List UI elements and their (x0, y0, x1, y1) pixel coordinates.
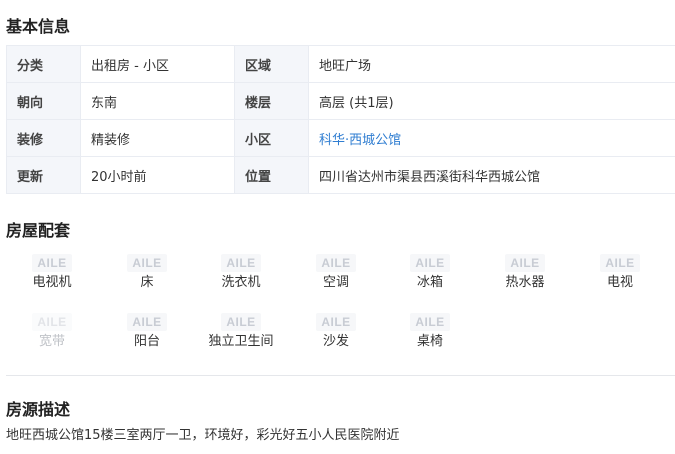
facility-label: 宽带 (38, 334, 65, 349)
facility-label: 电视 (606, 275, 633, 290)
facility-item-table-chairs: AILE 桌椅 (390, 313, 470, 351)
air-conditioner-icon: AILE (316, 254, 356, 272)
info-value: 高层 (共1层) (308, 82, 675, 120)
facility-label: 阳台 (133, 334, 160, 349)
bed-icon: AILE (127, 254, 167, 272)
fridge-icon: AILE (410, 254, 450, 272)
facility-label: 床 (140, 275, 154, 290)
facility-label: 沙发 (322, 334, 349, 349)
info-value: 出租房 - 小区 (80, 45, 235, 83)
table-row: 分类 出租房 - 小区 区域 地旺广场 (6, 45, 675, 83)
info-key: 分类 (6, 45, 81, 83)
balcony-icon: AILE (127, 313, 167, 331)
facility-label: 空调 (322, 275, 349, 290)
facility-label: 桌椅 (416, 334, 443, 349)
facility-item-fridge: AILE 冰箱 (390, 254, 470, 292)
basic-info-table: 分类 出租房 - 小区 区域 地旺广场 朝向 东南 楼层 高层 (共1层) 装修… (6, 45, 675, 194)
description-text: 地旺西城公馆15楼三室两厅一卫，环境好，彩光好五小人民医院附近 (6, 428, 400, 443)
table-row: 装修 精装修 小区 科华·西城公馆 (6, 119, 675, 157)
facility-label: 热水器 (505, 275, 545, 290)
description-title: 房源描述 (6, 400, 71, 419)
facility-item-ac: AILE 空调 (296, 254, 376, 292)
table-row: 朝向 东南 楼层 高层 (共1层) (6, 82, 675, 120)
facility-item-private-bathroom: AILE 独立卫生间 (201, 313, 281, 351)
info-value: 精装修 (80, 119, 235, 157)
section-divider (6, 375, 675, 376)
washer-icon: AILE (221, 254, 261, 272)
facility-label: 电视机 (32, 275, 72, 290)
water-heater-icon: AILE (505, 254, 545, 272)
table-row: 更新 20小时前 位置 四川省达州市渠县西溪街科华西城公馆 (6, 156, 675, 194)
facility-item-washer: AILE 洗衣机 (201, 254, 281, 292)
facility-item-balcony: AILE 阳台 (107, 313, 187, 351)
facilities-title: 房屋配套 (6, 221, 71, 240)
info-value: 东南 (80, 82, 235, 120)
facility-item-bed: AILE 床 (107, 254, 187, 292)
facility-label: 洗衣机 (221, 275, 261, 290)
basic-info-title: 基本信息 (6, 17, 71, 36)
facility-label: 冰箱 (416, 275, 443, 290)
tv-icon: AILE (600, 254, 640, 272)
info-value: 20小时前 (80, 156, 235, 194)
info-key: 区域 (234, 45, 309, 83)
broadband-icon: AILE (32, 313, 72, 331)
tv-set-icon: AILE (32, 254, 72, 272)
info-key: 位置 (234, 156, 309, 194)
info-value: 四川省达州市渠县西溪街科华西城公馆 (308, 156, 675, 194)
info-value: 地旺广场 (308, 45, 675, 83)
info-key: 装修 (6, 119, 81, 157)
sofa-icon: AILE (316, 313, 356, 331)
table-chairs-icon: AILE (410, 313, 450, 331)
facility-item-broadband: AILE 宽带 (12, 313, 92, 351)
facility-item-sofa: AILE 沙发 (296, 313, 376, 351)
info-key: 小区 (234, 119, 309, 157)
info-key: 朝向 (6, 82, 81, 120)
facility-item-tv: AILE 电视 (580, 254, 660, 292)
community-link[interactable]: 科华·西城公馆 (308, 119, 675, 157)
facility-item-tv-set: AILE 电视机 (12, 254, 92, 292)
facility-item-water-heater: AILE 热水器 (485, 254, 565, 292)
info-key: 楼层 (234, 82, 309, 120)
info-key: 更新 (6, 156, 81, 194)
bathroom-icon: AILE (221, 313, 261, 331)
facility-label: 独立卫生间 (208, 334, 274, 349)
